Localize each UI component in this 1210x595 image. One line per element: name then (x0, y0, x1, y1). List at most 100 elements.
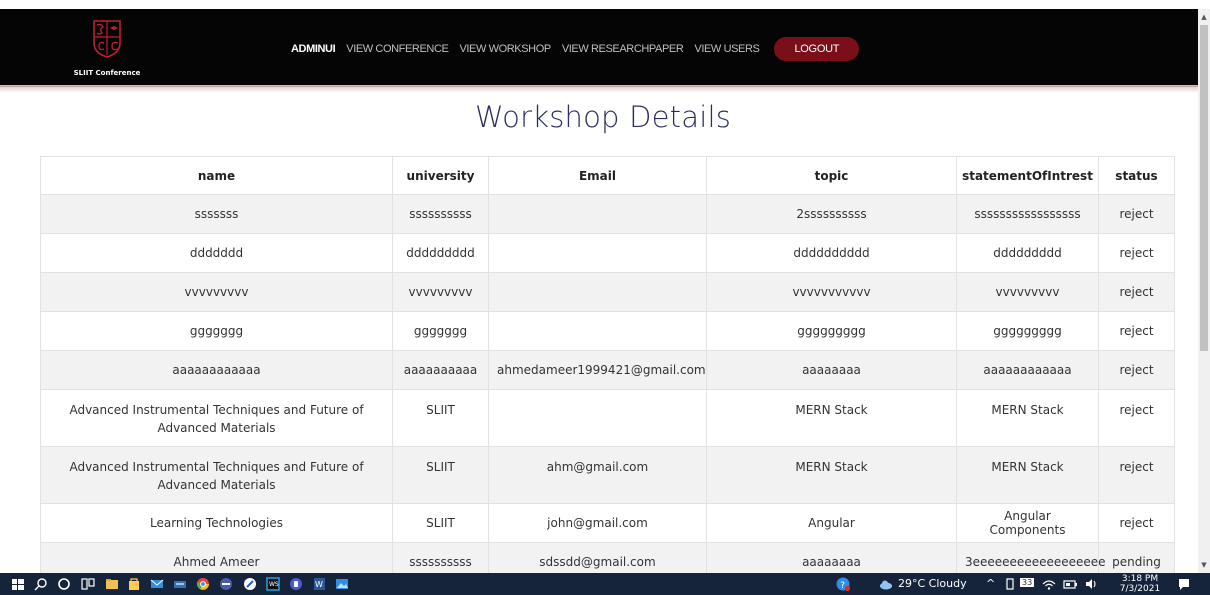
cell-email: john@gmail.com (488, 503, 707, 543)
cell-statement: MERN Stack (956, 446, 1099, 504)
column-header-university: university (392, 156, 489, 195)
cell-status: reject (1098, 446, 1175, 504)
nav-link-view-users[interactable]: VIEW USERS (694, 43, 759, 55)
table-row: vvvvvvvvv vvvvvvvvv vvvvvvvvvvv vvvvvvvv… (40, 272, 1175, 312)
cell-university: ssssssssss (392, 194, 489, 234)
cell-statement: Angular Components (956, 503, 1099, 543)
scroll-down-arrow-icon[interactable]: ▼ (1198, 559, 1210, 571)
cell-university: aaaaaaaaaa (392, 350, 489, 390)
cell-email (488, 311, 707, 351)
cell-email (488, 272, 707, 312)
cell-name: ggggggg (40, 311, 393, 351)
cell-statement: ggggggggg (956, 311, 1099, 351)
cell-status: reject (1098, 272, 1175, 312)
volume-icon[interactable] (1083, 576, 1099, 592)
word-icon[interactable]: W (311, 576, 327, 592)
column-header-topic: topic (706, 156, 957, 195)
workshop-table-container: name university Email topic statementOfI… (40, 156, 1175, 582)
cell-status: reject (1098, 233, 1175, 273)
table-row: sssssss ssssssssss 2ssssssssss sssssssss… (40, 194, 1175, 234)
column-header-status: status (1098, 156, 1175, 195)
brand-logo[interactable]: SLIIT Conference (62, 13, 152, 79)
cell-statement: vvvvvvvvv (956, 272, 1099, 312)
column-header-statement: statementOfIntrest (956, 156, 1099, 195)
logout-button[interactable]: LOGOUT (774, 37, 860, 61)
cell-university: vvvvvvvvv (392, 272, 489, 312)
clock-time: 3:18 PM (1121, 574, 1159, 584)
cell-name: ddddddd (40, 233, 393, 273)
notification-count-badge[interactable]: 33 (1020, 578, 1035, 587)
clock-date: 7/3/2021 (1119, 584, 1161, 594)
nav-link-adminui[interactable]: ADMINUI (291, 43, 336, 55)
nav-link-view-conference[interactable]: VIEW CONFERENCE (346, 43, 449, 55)
cortana-icon[interactable] (56, 576, 72, 592)
scroll-up-arrow-icon[interactable]: ▲ (1198, 11, 1210, 23)
cell-status: reject (1098, 389, 1175, 447)
cell-topic: ggggggggg (706, 311, 957, 351)
vertical-scrollbar[interactable]: ▲ ▼ (1198, 9, 1210, 573)
cell-status: reject (1098, 311, 1175, 351)
cell-topic: 2ssssssssss (706, 194, 957, 234)
cell-email: ahmedameer1999421@gmail.com (488, 350, 707, 390)
cell-name: aaaaaaaaaaaa (40, 350, 393, 390)
nav-link-view-workshop[interactable]: VIEW WORKSHOP (459, 43, 551, 55)
battery-icon[interactable] (1062, 576, 1078, 592)
nav-links: ADMINUI VIEW CONFERENCE VIEW WORKSHOP VI… (291, 37, 860, 61)
chrome-icon[interactable] (195, 576, 211, 592)
cell-university: SLIIT (392, 503, 489, 543)
teams-icon[interactable] (288, 576, 304, 592)
cell-status: reject (1098, 350, 1175, 390)
cell-university: ggggggg (392, 311, 489, 351)
mail-icon[interactable] (149, 576, 165, 592)
cell-email (488, 389, 707, 447)
cell-status: reject (1098, 194, 1175, 234)
cell-name: Learning Technologies (40, 503, 393, 543)
cell-statement: sssssssssssssssss (956, 194, 1099, 234)
cell-statement: ddddddddd (956, 233, 1099, 273)
page-title: Workshop Details (474, 100, 732, 134)
table-row: Learning Technologies SLIIT john@gmail.c… (40, 503, 1175, 543)
workshop-table: name university Email topic statementOfI… (40, 156, 1175, 582)
cell-university: ddddddddd (392, 233, 489, 273)
cell-topic: dddddddddd (706, 233, 957, 273)
weather-text[interactable]: 29°C Cloudy (898, 577, 967, 590)
webstorm-icon[interactable]: WS (265, 576, 281, 592)
column-header-email: Email (488, 156, 707, 195)
table-row: Advanced Instrumental Techniques and Fut… (40, 389, 1175, 447)
cell-topic: vvvvvvvvvvv (706, 272, 957, 312)
action-center-icon[interactable] (1176, 576, 1192, 592)
pen-app-icon[interactable] (1002, 576, 1018, 592)
task-view-icon[interactable] (80, 576, 96, 592)
table-row: aaaaaaaaaaaa aaaaaaaaaa ahmedameer199942… (40, 350, 1175, 390)
table-row: Advanced Instrumental Techniques and Fut… (40, 446, 1175, 504)
scroll-thumb[interactable] (1200, 25, 1208, 351)
windows-start-icon[interactable] (10, 576, 26, 592)
search-icon[interactable] (33, 576, 49, 592)
keyboard-app-icon[interactable] (172, 576, 188, 592)
nav-link-view-researchpaper[interactable]: VIEW RESEARCHPAPER (562, 43, 684, 55)
cell-status: reject (1098, 503, 1175, 543)
cell-university: SLIIT (392, 389, 489, 447)
cell-topic: aaaaaaaa (706, 350, 957, 390)
system-clock[interactable]: 3:18 PM 7/3/2021 (1115, 574, 1165, 594)
cell-statement: aaaaaaaaaaaa (956, 350, 1099, 390)
column-header-name: name (40, 156, 393, 195)
cell-statement: MERN Stack (956, 389, 1099, 447)
wifi-icon[interactable] (1041, 576, 1057, 592)
cell-name: sssssss (40, 194, 393, 234)
app-minus-icon[interactable] (218, 576, 234, 592)
cell-topic: Angular (706, 503, 957, 543)
store-icon[interactable] (126, 576, 142, 592)
help-notification-icon[interactable]: ? (835, 576, 851, 592)
browser-app-icon[interactable] (242, 576, 258, 592)
cell-name: vvvvvvvvv (40, 272, 393, 312)
cell-email (488, 194, 707, 234)
file-explorer-icon[interactable] (104, 576, 120, 592)
cell-university: SLIIT (392, 446, 489, 504)
svg-text:W: W (315, 580, 323, 589)
table-row: ddddddd ddddddddd dddddddddd ddddddddd r… (40, 233, 1175, 273)
photos-icon[interactable] (334, 576, 350, 592)
window-top-strip (0, 0, 1198, 9)
chevron-up-icon[interactable]: ^ (986, 577, 995, 590)
cell-name: Advanced Instrumental Techniques and Fut… (40, 389, 393, 447)
